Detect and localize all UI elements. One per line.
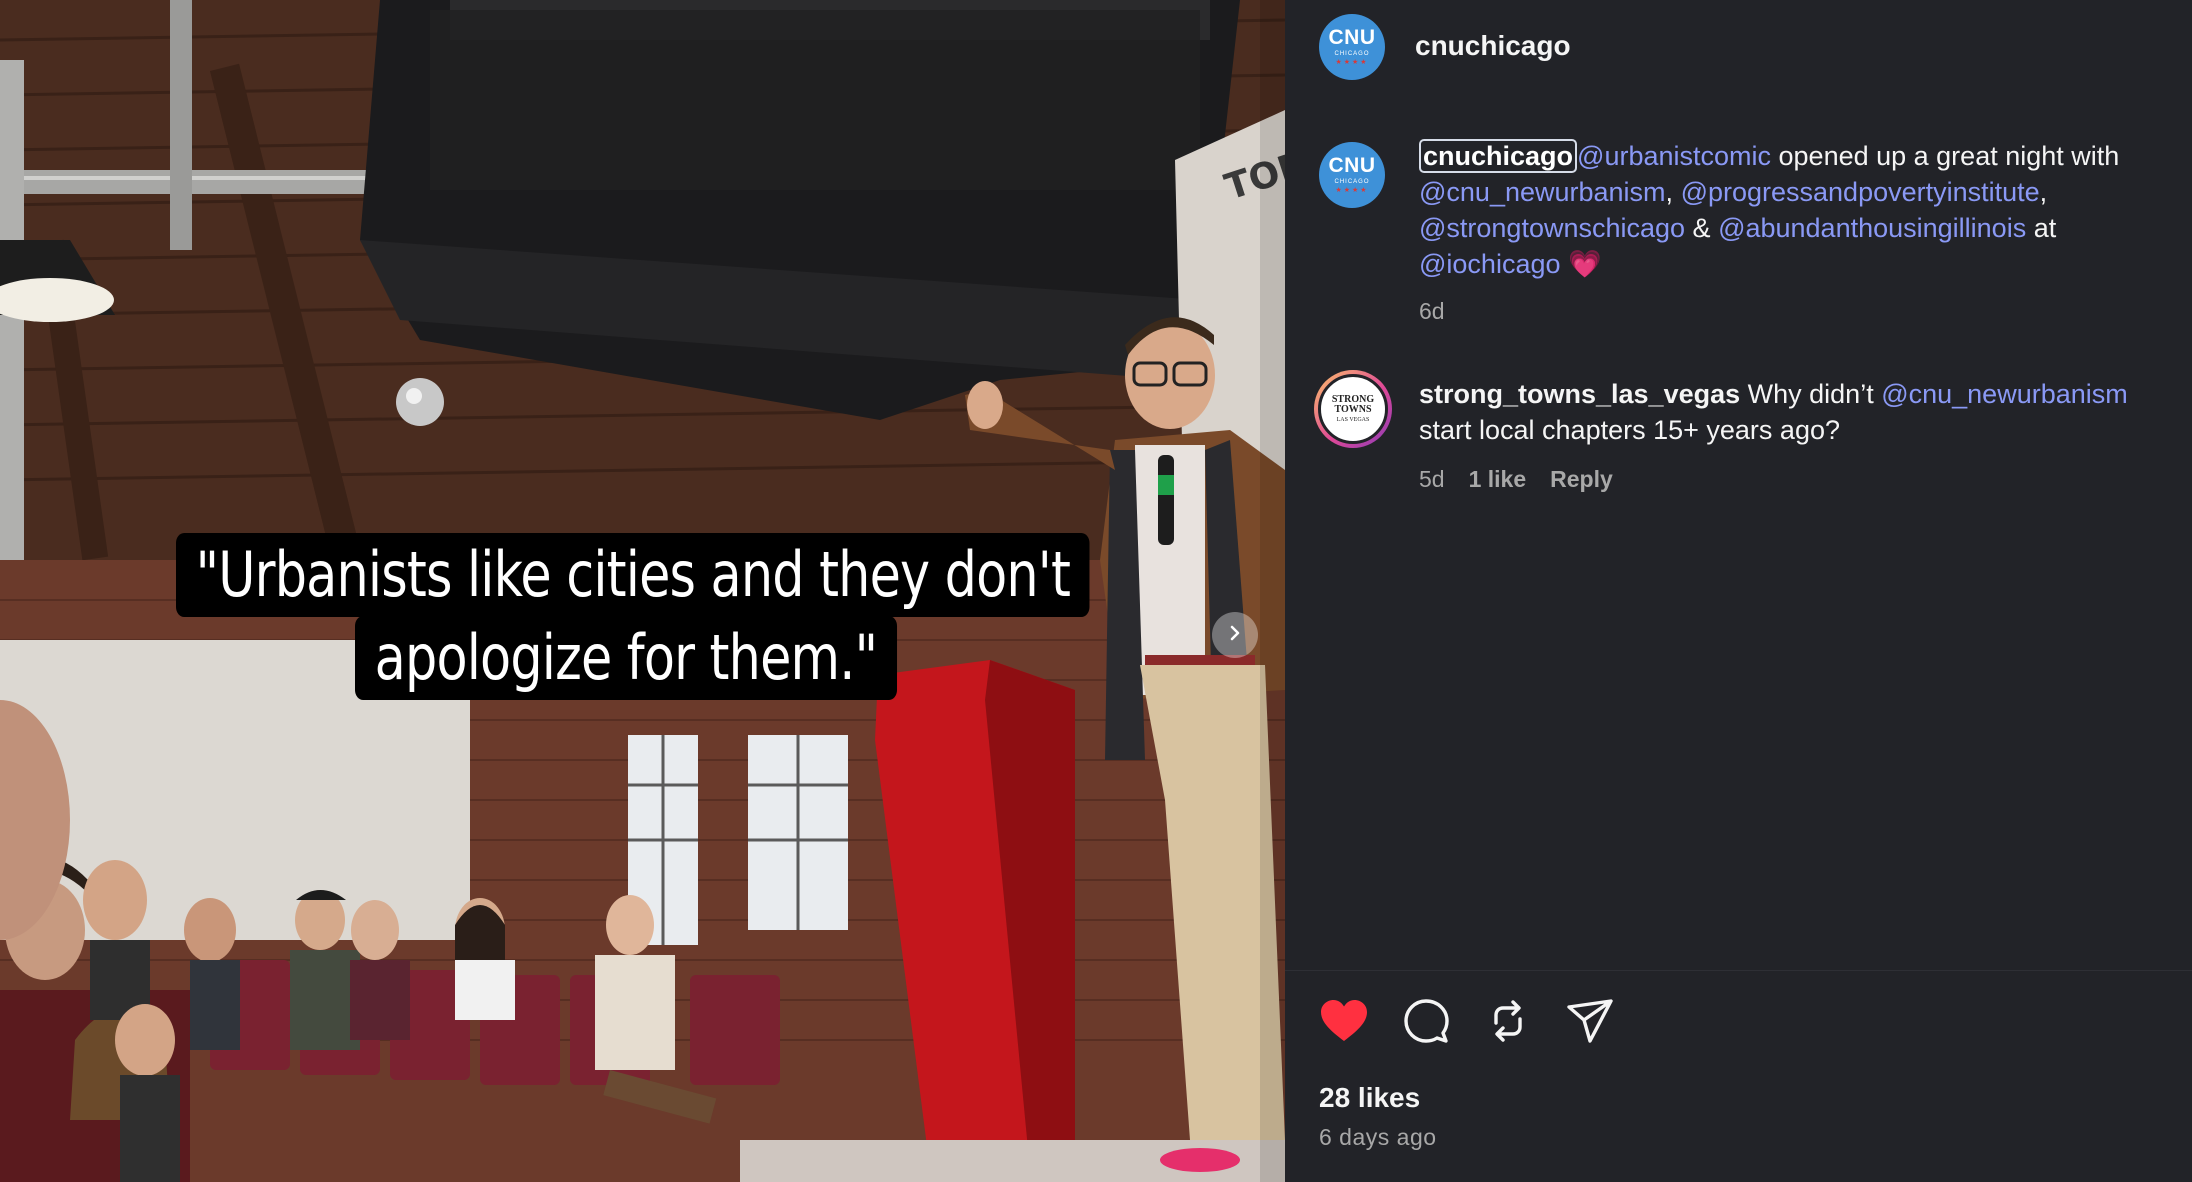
avatar-logo-subtext: CHICAGO	[1334, 51, 1370, 57]
repost-button[interactable]	[1483, 998, 1533, 1048]
comment-reply-button[interactable]: Reply	[1550, 466, 1613, 493]
avatar-stars: ★★★★	[1335, 59, 1369, 66]
next-media-button[interactable]	[1212, 612, 1258, 658]
mention-link[interactable]: @abundanthousingillinois	[1718, 213, 2026, 243]
post-author-username[interactable]: cnuchicago	[1415, 30, 1571, 62]
comment-icon	[1402, 997, 1450, 1050]
avatar[interactable]: CNU CHICAGO ★★★★	[1319, 14, 1385, 80]
caption-segment: at	[2026, 213, 2057, 243]
comment-button[interactable]	[1401, 998, 1451, 1048]
mention-link[interactable]: @iochicago	[1419, 249, 1561, 279]
avatar-logo-text: CNU	[1328, 26, 1376, 49]
caption-avatar[interactable]: CNU CHICAGO ★★★★	[1319, 142, 1385, 208]
mention-link[interactable]: @cnu_newurbanism	[1881, 379, 2128, 409]
avatar-logo-text: CNU	[1328, 154, 1376, 177]
mention-link[interactable]: @urbanistcomic	[1577, 141, 1771, 171]
comment-segment: start local chapters 15+ years ago?	[1419, 415, 1840, 445]
post-timestamp: 6 days ago	[1319, 1124, 1437, 1150]
photo-caption-line-2: apologize for them."	[355, 616, 897, 700]
caption-segment: &	[1685, 213, 1719, 243]
photo-caption-line-1: "Urbanists like cities and they don't	[176, 533, 1090, 617]
caption-text: cnuchicago @urbanistcomic opened up a gre…	[1419, 138, 2179, 282]
action-bar	[1319, 998, 1615, 1048]
comment-meta: 5d 1 like Reply	[1419, 466, 1613, 493]
strong-towns-logo: STRONG TOWNS LAS VEGAS	[1318, 374, 1388, 444]
likes-count[interactable]: 28 likes	[1319, 1082, 1420, 1114]
comment-username-link[interactable]: strong_towns_las_vegas	[1419, 379, 1740, 409]
caption-segment: opened up a great night with	[1771, 141, 2120, 171]
comment-avatar[interactable]: STRONG TOWNS LAS VEGAS	[1314, 370, 1392, 448]
heart-emoji-icon: 💗	[1568, 249, 1602, 279]
post-viewer: TON "Urbanists like cities and they don'…	[0, 0, 2192, 1182]
avatar-logo-text: STRONG TOWNS	[1331, 394, 1375, 415]
comment-text: strong_towns_las_vegas Why didn’t @cnu_n…	[1419, 376, 2179, 448]
mention-link[interactable]: @progressandpovertyinstitute	[1681, 177, 2040, 207]
caption-segment: ,	[2039, 177, 2048, 207]
heart-icon	[1320, 999, 1368, 1048]
repost-icon	[1484, 997, 1532, 1050]
like-button[interactable]	[1319, 998, 1369, 1048]
comment-timestamp[interactable]: 5d	[1419, 466, 1445, 493]
caption-timestamp[interactable]: 6d	[1419, 298, 1445, 325]
share-button[interactable]	[1565, 998, 1615, 1048]
avatar-logo-subtext: LAS VEGAS	[1336, 417, 1370, 423]
share-icon	[1566, 997, 1614, 1050]
caption-segment: ,	[1665, 177, 1681, 207]
mention-link[interactable]: @strongtownschicago	[1419, 213, 1685, 243]
mention-link[interactable]: @cnu_newurbanism	[1419, 177, 1666, 207]
avatar-logo-subtext: CHICAGO	[1334, 179, 1370, 185]
post-header: CNU CHICAGO ★★★★ cnuchicago	[1285, 0, 2192, 92]
chevron-right-icon	[1225, 623, 1245, 648]
divider	[1285, 970, 2192, 971]
comment-likes-link[interactable]: 1 like	[1469, 466, 1527, 493]
post-photo[interactable]: TON "Urbanists like cities and they don'…	[0, 0, 1285, 1182]
caption-username-link[interactable]: cnuchicago	[1419, 139, 1578, 173]
comment-segment: Why didn’t	[1740, 379, 1882, 409]
post-side-panel: CNU CHICAGO ★★★★ cnuchicago CNU CHICAGO …	[1285, 0, 2192, 1182]
avatar-stars: ★★★★	[1335, 187, 1369, 194]
